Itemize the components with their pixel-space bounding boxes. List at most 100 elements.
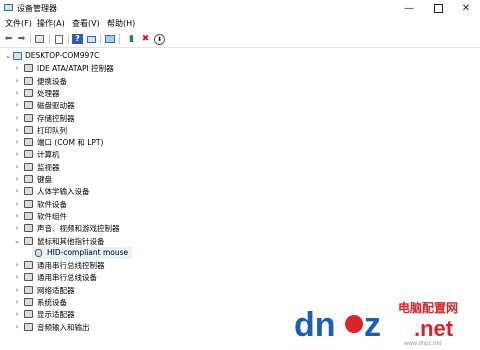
tree-category-row[interactable]: › 声音、视频和游戏控制器 — [0, 222, 480, 234]
tree-category-row[interactable]: › 计算机 — [0, 148, 480, 160]
tree-category-row[interactable]: › IDE ATA/ATAPI 控制器 — [0, 62, 480, 74]
ide-controller-icon — [24, 64, 33, 73]
expand-chevron-icon[interactable]: › — [13, 62, 21, 74]
scan-hardware-icon[interactable] — [104, 34, 115, 44]
tree-category-row[interactable]: › 存储控制器 — [0, 112, 480, 124]
expand-chevron-icon[interactable]: › — [13, 259, 21, 271]
tree-device-label: HID-compliant mouse — [47, 247, 129, 257]
expand-chevron-icon[interactable]: › — [13, 173, 21, 185]
tree-category-row[interactable]: ⌄ 鼠标和其他指针设备 — [0, 235, 480, 247]
close-button[interactable]: ✕ — [452, 1, 480, 15]
tree-category-row[interactable]: › 通用串行总线设备 — [0, 271, 480, 283]
tree-category-row[interactable]: › 软件设备 — [0, 198, 480, 210]
expand-chevron-icon[interactable]: › — [13, 210, 21, 222]
expand-chevron-icon[interactable]: › — [13, 185, 21, 197]
tree-category-label: 磁盘驱动器 — [37, 101, 75, 111]
tree-category-row[interactable]: › 监视器 — [0, 161, 480, 173]
tree-category-label: 处理器 — [37, 88, 60, 98]
expand-chevron-icon[interactable]: › — [13, 308, 21, 320]
watermark-graphic: dn z 电脑配置网 .net www.dnpz.net — [294, 300, 458, 347]
tree-device-row[interactable]: HID-compliant mouse — [32, 246, 132, 259]
menu-bar: 文件(F) 操作(A) 查看(V) 帮助(H) — [0, 16, 480, 30]
system-device-icon — [24, 298, 33, 306]
tree-category-label: 音频输入和输出 — [37, 322, 90, 332]
tree-category-row[interactable]: › 端口 (COM 和 LPT) — [0, 136, 480, 148]
tree-category-label: 通用串行总线控制器 — [37, 261, 105, 271]
tree-category-row[interactable]: › 键盘 — [0, 173, 480, 185]
close-icon: ✕ — [461, 2, 471, 14]
tree-category-label: 便携设备 — [37, 76, 67, 86]
tree-category-row[interactable]: › 处理器 — [0, 87, 480, 99]
computer-icon — [13, 52, 22, 60]
tree-category-label: 软件设备 — [37, 199, 67, 209]
tree-category-label: 存储控制器 — [37, 113, 75, 123]
device-tree: ⌄ DESKTOP-COM997C › IDE ATA/ATAPI 控制器 › 便携设… — [0, 48, 480, 338]
usb-controller-icon — [24, 261, 33, 270]
expand-chevron-icon[interactable]: › — [13, 222, 21, 234]
brand-red-dot — [345, 315, 363, 333]
menu-file[interactable]: 文件(F) — [5, 18, 32, 29]
tree-category-label: 鼠标和其他指针设备 — [37, 236, 105, 246]
maximize-icon — [433, 3, 443, 13]
tree-category-label: 系统设备 — [37, 298, 67, 307]
tree-category-label: 人体学输入设备 — [37, 187, 90, 197]
menu-view[interactable]: 查看(V) — [72, 18, 100, 29]
expand-chevron-icon[interactable]: › — [13, 136, 21, 148]
help-icon[interactable]: ? — [72, 34, 83, 44]
tree-category-row[interactable]: › 软件组件 — [0, 210, 480, 222]
tree-category-row[interactable]: › 打印队列 — [0, 124, 480, 136]
toolbar-separator — [119, 34, 120, 44]
menu-action[interactable]: 操作(A) — [37, 18, 65, 29]
menu-help[interactable]: 帮助(H) — [107, 18, 135, 29]
forward-arrow-icon[interactable]: ➡ — [16, 34, 27, 44]
expand-chevron-icon[interactable]: › — [13, 284, 21, 296]
toolbar-separator — [30, 34, 31, 44]
hid-icon — [24, 187, 33, 196]
collapse-chevron-icon[interactable]: ⌄ — [4, 50, 12, 62]
tree-category-row[interactable]: › 网络适配器 — [0, 284, 480, 296]
expand-chevron-icon[interactable]: › — [13, 321, 21, 333]
brand-text-right: .net — [414, 316, 454, 341]
device-manager-app-icon — [4, 4, 13, 11]
watermark-logo: dn z 电脑配置网 .net www.dnpz.net — [292, 298, 478, 347]
tree-category-label: 通用串行总线设备 — [37, 273, 97, 283]
tree-category-label: 打印队列 — [37, 125, 67, 135]
grid-view-icon[interactable] — [34, 34, 45, 44]
back-arrow-icon[interactable]: ⬅ — [3, 34, 14, 44]
expand-chevron-icon[interactable]: › — [13, 271, 21, 283]
storage-controller-icon — [24, 113, 33, 122]
enable-device-icon[interactable]: ▮ — [126, 34, 137, 44]
portable-device-icon — [24, 76, 33, 85]
properties-icon[interactable] — [53, 34, 64, 44]
display-icon[interactable] — [86, 34, 97, 44]
expand-chevron-icon[interactable]: › — [13, 99, 21, 111]
expand-chevron-icon[interactable]: › — [13, 75, 21, 87]
expand-chevron-icon[interactable]: › — [13, 148, 21, 160]
minimize-button[interactable]: — — [395, 1, 423, 15]
expand-chevron-icon[interactable]: › — [13, 198, 21, 210]
sound-icon — [24, 224, 33, 233]
tree-category-label: IDE ATA/ATAPI 控制器 — [37, 64, 114, 74]
expand-chevron-icon[interactable]: › — [13, 296, 21, 308]
download-icon[interactable]: ⬇ — [154, 34, 165, 45]
expand-chevron-icon[interactable]: › — [13, 87, 21, 99]
expand-chevron-icon[interactable]: › — [13, 161, 21, 173]
expand-chevron-icon[interactable]: › — [13, 124, 21, 136]
display-adapter-icon — [24, 310, 33, 319]
uninstall-icon[interactable]: ✖ — [140, 34, 151, 44]
usb-device-icon — [24, 273, 33, 282]
tree-root[interactable]: ⌄ DESKTOP-COM997C — [0, 50, 480, 62]
tree-category-row[interactable]: › 人体学输入设备 — [0, 185, 480, 197]
tree-category-row[interactable]: › 便携设备 — [0, 75, 480, 87]
maximize-button[interactable] — [424, 1, 452, 15]
brand-tagline: 电脑配置网 — [398, 300, 458, 315]
tree-category-label: 计算机 — [37, 150, 60, 160]
expand-chevron-icon[interactable]: › — [13, 112, 21, 124]
tree-category-row[interactable]: › 磁盘驱动器 — [0, 99, 480, 111]
tree-category-label: 监视器 — [37, 162, 60, 172]
software-component-icon — [24, 211, 33, 220]
software-device-icon — [24, 199, 33, 208]
tree-category-row[interactable]: › 通用串行总线控制器 — [0, 259, 480, 271]
port-icon — [24, 138, 33, 147]
collapse-chevron-icon[interactable]: ⌄ — [13, 235, 21, 247]
